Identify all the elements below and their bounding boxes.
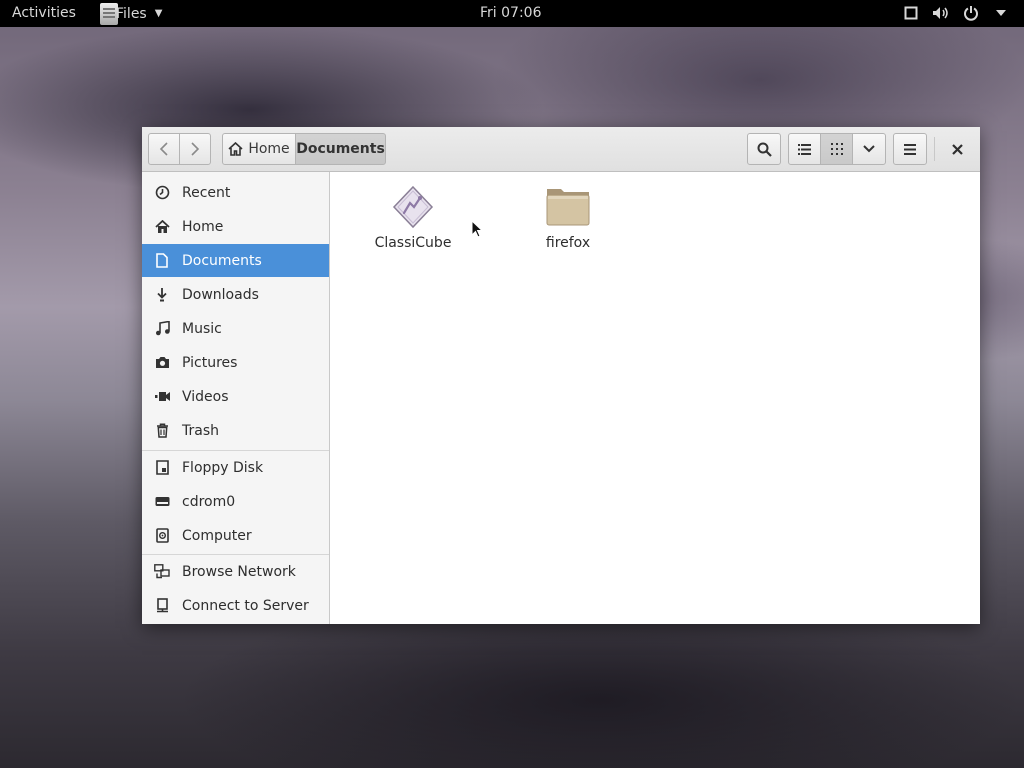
path-home-button[interactable]: Home xyxy=(222,133,296,165)
app-menu-label: Files xyxy=(116,5,147,22)
path-documents-button[interactable]: Documents xyxy=(295,133,386,165)
volume-icon[interactable] xyxy=(932,3,950,23)
sidebar-item-downloads[interactable]: Downloads xyxy=(142,278,329,311)
sidebar-item-label: Documents xyxy=(182,252,262,269)
sidebar-item-label: Downloads xyxy=(182,286,259,303)
home-icon xyxy=(154,219,170,235)
sidebar-item-pictures[interactable]: Pictures xyxy=(142,346,329,379)
file-name: firefox xyxy=(545,235,591,251)
sidebar-item-label: Computer xyxy=(182,527,252,544)
window-icon[interactable] xyxy=(902,3,920,23)
back-button[interactable] xyxy=(148,133,180,165)
sidebar-item-computer[interactable]: Computer xyxy=(142,519,329,552)
menu-button[interactable] xyxy=(893,133,927,165)
view-options-button[interactable] xyxy=(852,133,886,165)
sidebar-item-cdrom0[interactable]: cdrom0 xyxy=(142,485,329,518)
download-icon xyxy=(154,287,170,303)
mouse-pointer-icon xyxy=(471,219,484,242)
folder-icon xyxy=(544,183,592,231)
file-name: ClassiCube xyxy=(374,235,452,251)
video-icon xyxy=(154,389,170,405)
sidebar-item-label: Connect to Server xyxy=(182,597,309,614)
document-icon xyxy=(154,253,170,269)
floppy-icon xyxy=(154,460,170,476)
sidebar-item-label: Pictures xyxy=(182,354,238,371)
caret-down-icon: ▼ xyxy=(154,8,163,19)
sidebar-item-label: Recent xyxy=(182,184,231,201)
close-icon xyxy=(951,143,963,155)
sidebar-item-label: Videos xyxy=(182,388,229,405)
forward-button[interactable] xyxy=(179,133,211,165)
chevron-down-icon[interactable] xyxy=(992,3,1010,23)
file-view[interactable]: ClassiCube firefox xyxy=(330,172,980,624)
file-item-firefox[interactable]: firefox xyxy=(518,183,618,251)
chevron-right-icon xyxy=(191,142,200,156)
clock-icon xyxy=(154,185,170,201)
activities-button[interactable]: Activities xyxy=(12,5,76,21)
app-menu[interactable]: Files ▼ xyxy=(100,0,162,27)
header-separator xyxy=(934,137,935,161)
home-icon xyxy=(228,142,243,156)
hamburger-icon xyxy=(904,143,916,155)
sidebar-item-label: cdrom0 xyxy=(182,493,236,510)
sidebar-item-label: Music xyxy=(182,320,222,337)
search-button[interactable] xyxy=(747,133,781,165)
sidebar-item-label: Browse Network xyxy=(182,563,296,580)
sidebar-item-label: Floppy Disk xyxy=(182,459,264,476)
path-home-label: Home xyxy=(248,141,290,157)
chevron-down-icon xyxy=(863,145,875,153)
server-icon xyxy=(154,598,170,614)
executable-icon xyxy=(389,183,437,231)
clock[interactable]: Fri 07:06 xyxy=(480,5,541,21)
list-view-icon xyxy=(798,143,811,155)
header-bar: Home Documents xyxy=(142,127,980,172)
sidebar-item-browse-network[interactable]: Browse Network xyxy=(142,555,329,588)
file-item-classicube[interactable]: ClassiCube xyxy=(363,183,463,251)
sidebar-item-recent[interactable]: Recent xyxy=(142,176,329,209)
list-view-button[interactable] xyxy=(788,133,821,165)
drive-icon xyxy=(154,494,170,510)
sidebar-item-connect-to-server[interactable]: Connect to Server xyxy=(142,589,329,622)
sidebar-item-floppy-disk[interactable]: Floppy Disk xyxy=(142,451,329,484)
trash-icon xyxy=(154,423,170,439)
sidebar-item-documents[interactable]: Documents xyxy=(142,244,329,277)
network-icon xyxy=(154,564,170,580)
sidebar-item-home[interactable]: Home xyxy=(142,210,329,243)
search-icon xyxy=(757,142,772,157)
top-bar: Activities Files ▼ Fri 07:06 xyxy=(0,0,1024,27)
sidebar-item-trash[interactable]: Trash xyxy=(142,414,329,447)
close-button[interactable] xyxy=(940,133,974,165)
computer-icon xyxy=(154,528,170,544)
sidebar-item-music[interactable]: Music xyxy=(142,312,329,345)
sidebar-item-videos[interactable]: Videos xyxy=(142,380,329,413)
sidebar-item-label: Home xyxy=(182,218,224,235)
sidebar-item-label: Trash xyxy=(182,422,219,439)
system-status-area[interactable] xyxy=(902,3,1010,23)
path-documents-label: Documents xyxy=(296,141,385,157)
files-window: Home Documents Recent Home Documents Dow… xyxy=(142,127,980,624)
power-icon[interactable] xyxy=(962,3,980,23)
chevron-left-icon xyxy=(159,142,168,156)
camera-icon xyxy=(154,355,170,371)
music-icon xyxy=(154,321,170,337)
grid-view-icon xyxy=(830,143,843,155)
sidebar: Recent Home Documents Downloads Music Pi… xyxy=(142,172,330,624)
grid-view-button[interactable] xyxy=(820,133,853,165)
